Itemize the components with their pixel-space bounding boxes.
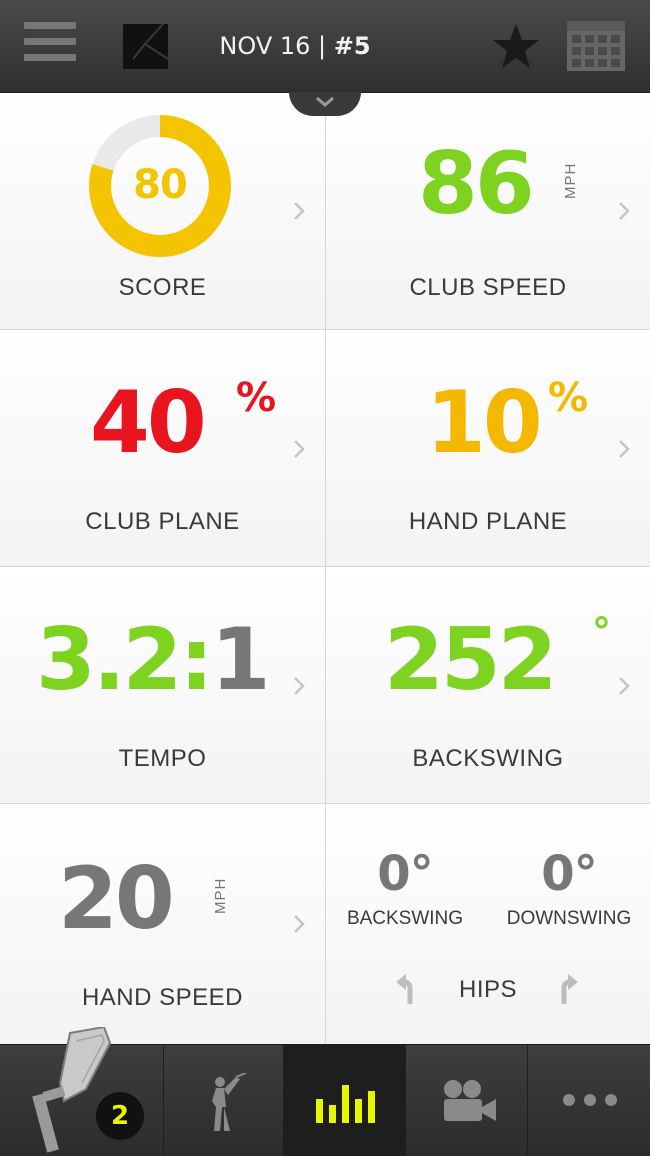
club-plane-label: CLUB PLANE [85,508,240,535]
hips-backswing-label: BACKSWING [346,908,464,929]
golf-club-icon [32,1027,112,1153]
score-tile[interactable]: 80 SCORE [0,93,325,329]
session-date: NOV 16 | [219,32,327,60]
tempo-tile[interactable]: 3.2:1 TEMPO [0,567,325,803]
backswing-value: 252 [384,610,558,710]
tab-club[interactable]: 2 [0,1027,163,1156]
chevron-right-icon [294,915,305,933]
club-plane-tile[interactable]: 40 % CLUB PLANE [0,330,325,566]
star-icon[interactable] [491,22,541,70]
backswing-degree: ° [592,610,611,654]
video-camera-icon [444,1080,496,1121]
club-speed-unit: MPH [562,162,579,199]
chevron-right-icon [619,202,630,220]
calendar-icon[interactable] [566,20,626,72]
club-plane-percent: % [236,375,277,421]
bar-chart-icon [316,1085,375,1123]
hand-speed-tile[interactable]: 20 MPH HAND SPEED [0,804,325,1044]
club-count-badge: 2 [96,1092,144,1140]
top-bar: NOV 16 | #5 [0,0,650,93]
backswing-label: BACKSWING [412,745,564,772]
hips-backswing-value: 0° [377,846,433,902]
bottom-tab-bar: 2 [0,1027,650,1156]
hips-tile[interactable]: 0° 0° BACKSWING DOWNSWING HIPS [326,804,650,1044]
golfer-icon [212,1073,247,1131]
hips-downswing-value: 0° [541,846,597,902]
chevron-down-icon [316,96,334,107]
metrics-grid: 80 SCORE 86 MPH CLUB SPEED 40 % CLUB PLA… [0,93,650,1044]
club-plane-value: 40 [90,373,207,473]
tab-more[interactable] [527,1045,650,1156]
hand-plane-value: 10 [426,373,543,473]
session-title: NOV 16 | #5 [190,32,400,60]
tab-stats[interactable] [283,1045,406,1156]
club-speed-label: CLUB SPEED [409,274,567,301]
tempo-value: 3.2:1 [36,617,271,703]
tab-swing[interactable] [163,1045,284,1156]
more-icon [563,1094,617,1106]
chevron-right-icon [294,202,305,220]
chevron-right-icon [619,440,630,458]
hand-speed-value: 20 [58,849,175,949]
hand-plane-percent: % [548,375,589,421]
hips-downswing-label: DOWNSWING [506,908,632,929]
club-speed-value: 86 [418,134,535,234]
chevron-right-icon [294,440,305,458]
session-number: #5 [333,32,371,60]
tempo-label: TEMPO [118,745,207,772]
rotate-right-arrow-icon [561,974,578,1004]
chevron-right-icon [619,677,630,695]
hips-label: HIPS [458,976,517,1003]
tab-video[interactable] [405,1045,528,1156]
app-logo-icon[interactable] [123,24,168,69]
menu-icon[interactable] [24,22,76,70]
hand-plane-tile[interactable]: 10 % HAND PLANE [326,330,650,566]
chevron-right-icon [294,677,305,695]
hand-speed-unit: MPH [212,877,229,914]
hand-plane-label: HAND PLANE [408,508,568,535]
score-value: 80 [133,162,188,208]
hand-speed-label: HAND SPEED [81,984,244,1011]
tempo-ratio-main: 3.2: [36,610,214,710]
tempo-ratio-end: 1 [210,610,271,710]
backswing-tile[interactable]: 252 ° BACKSWING [326,567,650,803]
club-speed-tile[interactable]: 86 MPH CLUB SPEED [326,93,650,329]
score-label: SCORE [118,274,207,301]
